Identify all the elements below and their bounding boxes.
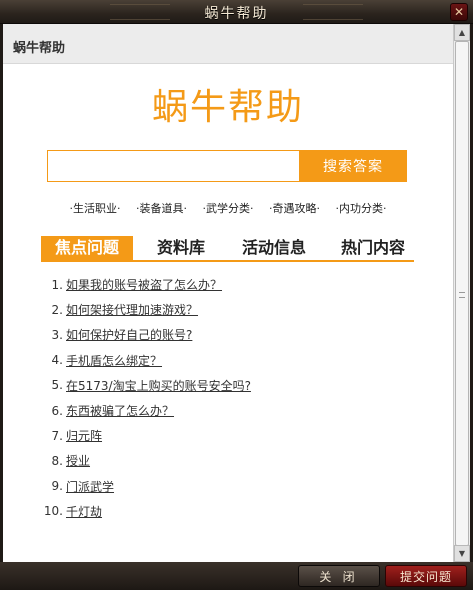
list-item: 2. 如何架接代理加速游戏？ — [43, 297, 423, 322]
category-inner-skill[interactable]: ·内功分类· — [336, 202, 387, 215]
search-input[interactable] — [47, 150, 299, 182]
tab-bar: 焦点问题 资料库 活动信息 热门内容 — [41, 236, 414, 262]
item-number: 8. — [51, 453, 63, 468]
question-link[interactable]: 如果我的账号被盗了怎么办？ — [66, 276, 222, 293]
question-link[interactable]: 东西被骗了怎么办？ — [66, 402, 174, 419]
list-item: 10. 千灯劫 — [43, 499, 423, 524]
list-item: 6. 东西被骗了怎么办？ — [43, 398, 423, 423]
title-ornament-right — [303, 4, 363, 20]
panel-header: 蜗牛帮助 — [3, 24, 453, 64]
window-title: 蜗牛帮助 — [204, 6, 269, 22]
category-martial-arts[interactable]: ·武学分类· — [203, 202, 254, 215]
question-link[interactable]: 如何架接代理加速游戏？ — [66, 301, 198, 318]
bottom-bar: 关 闭 提交问题 — [0, 562, 473, 590]
category-links: ·生活职业· ·装备道具· ·武学分类· ·奇遇攻略· ·内功分类· — [3, 200, 453, 216]
scroll-down-icon[interactable]: ▼ — [454, 545, 470, 562]
question-link[interactable]: 授业 — [66, 452, 90, 469]
list-item: 5. 在5173/淘宝上购买的账号安全吗? — [43, 373, 423, 398]
item-number: 10. — [43, 504, 63, 519]
question-link[interactable]: 千灯劫 — [66, 503, 102, 520]
grip-icon — [459, 292, 465, 298]
list-item: 7. 归元阵 — [43, 423, 423, 448]
category-adventure-guide[interactable]: ·奇遇攻略· — [269, 202, 320, 215]
question-list: 1. 如果我的账号被盗了怎么办？ 2. 如何架接代理加速游戏？ 3. 如何保护好自己的… — [43, 272, 423, 524]
scroll-thumb[interactable] — [455, 41, 469, 546]
question-link[interactable]: 如何保护好自己的账号? — [66, 326, 192, 343]
list-item: 4. 手机盾怎么绑定？ — [43, 348, 423, 373]
page-title: 蜗牛帮助 — [151, 87, 304, 128]
list-item: 8. 授业 — [43, 448, 423, 473]
tab-database[interactable]: 资料库 — [149, 236, 213, 260]
tab-event-info[interactable]: 活动信息 — [234, 236, 314, 260]
item-number: 7. — [51, 428, 63, 443]
vertical-scrollbar[interactable]: ▲ ▼ — [453, 24, 470, 562]
list-item: 1. 如果我的账号被盗了怎么办？ — [43, 272, 423, 297]
item-number: 2. — [51, 302, 63, 317]
question-link[interactable]: 手机盾怎么绑定？ — [66, 352, 162, 369]
close-icon[interactable]: ✕ — [450, 3, 468, 21]
help-content-panel: 蜗牛帮助 蜗牛帮助 搜索答案 ·生活职业· ·装备道具· ·武学分类· ·奇遇攻… — [3, 24, 453, 562]
item-number: 3. — [51, 327, 63, 342]
item-number: 9. — [51, 479, 63, 494]
submit-question-button[interactable]: 提交问题 — [385, 565, 467, 587]
item-number: 4. — [51, 353, 63, 368]
tab-focus-questions[interactable]: 焦点问题 — [41, 236, 133, 260]
scroll-up-icon[interactable]: ▲ — [454, 24, 470, 41]
item-number: 1. — [51, 277, 63, 292]
close-button[interactable]: 关 闭 — [298, 565, 380, 587]
category-life-job[interactable]: ·生活职业· — [70, 202, 121, 215]
item-number: 6. — [51, 403, 63, 418]
item-number: 5. — [51, 378, 63, 393]
question-link[interactable]: 归元阵 — [66, 427, 102, 444]
list-item: 9. 门派武学 — [43, 474, 423, 499]
tab-hot-content[interactable]: 热门内容 — [333, 236, 413, 260]
question-link[interactable]: 在5173/淘宝上购买的账号安全吗? — [66, 377, 251, 394]
category-equipment[interactable]: ·装备道具· — [136, 202, 187, 215]
search-button[interactable]: 搜索答案 — [299, 150, 407, 182]
question-link[interactable]: 门派武学 — [66, 478, 114, 495]
title-bar: 蜗牛帮助 ✕ — [0, 0, 473, 24]
list-item: 3. 如何保护好自己的账号? — [43, 322, 423, 347]
